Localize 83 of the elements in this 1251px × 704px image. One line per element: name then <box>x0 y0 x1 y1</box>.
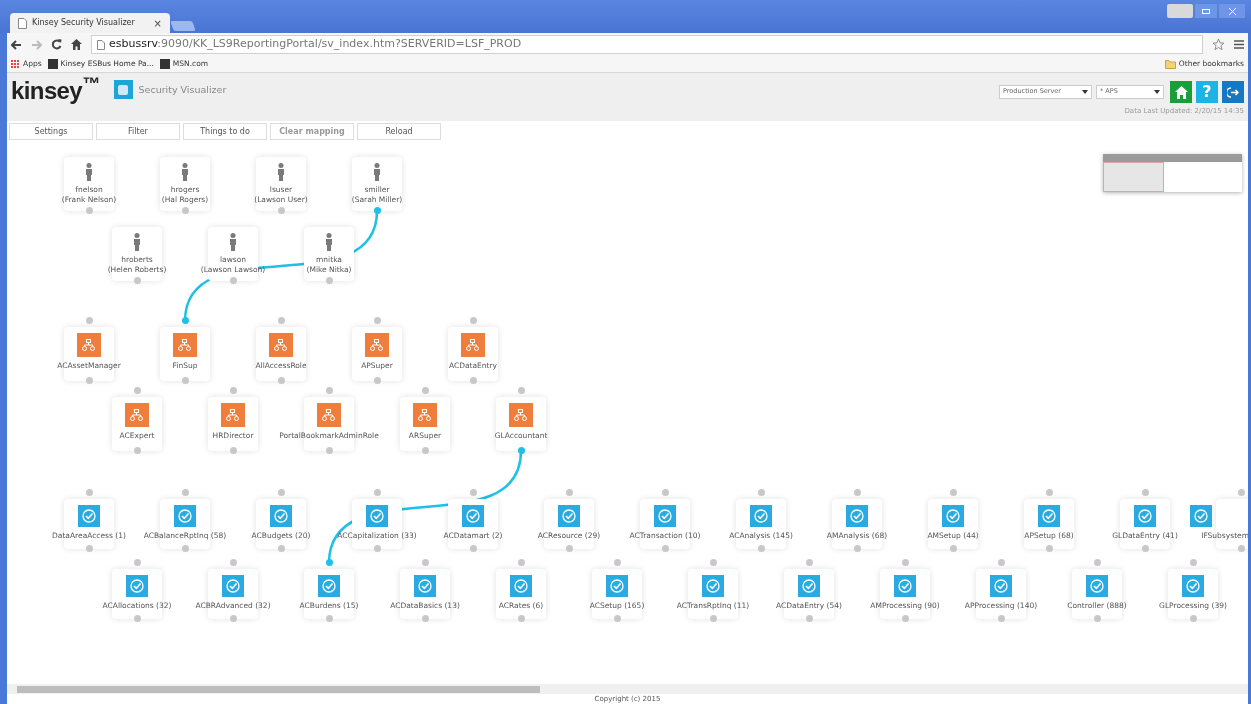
folder-icon <box>1164 59 1176 69</box>
house-icon <box>1174 85 1188 99</box>
person-icon <box>85 163 93 181</box>
role-icon <box>365 333 389 357</box>
forward-icon[interactable] <box>31 39 42 50</box>
checkmark-icon <box>366 505 388 527</box>
checkmark-icon <box>1086 575 1108 597</box>
checkmark-icon <box>222 575 244 597</box>
app-title: Security Visualizer <box>138 83 227 97</box>
node-card[interactable] <box>64 157 114 211</box>
back-icon[interactable] <box>11 39 22 50</box>
star-icon[interactable] <box>1212 38 1225 51</box>
home-icon[interactable] <box>71 39 82 50</box>
role-icon <box>221 403 245 427</box>
logout-icon <box>1227 86 1239 98</box>
bookmark-favicon <box>159 59 170 69</box>
toolbar-button[interactable]: Settings <box>9 123 93 140</box>
person-icon <box>373 163 381 181</box>
node-card[interactable] <box>160 157 210 211</box>
checkmark-icon <box>606 575 628 597</box>
new-tab-button[interactable] <box>170 21 196 31</box>
role-icon <box>77 333 101 357</box>
kinsey-logo: kinsey$^{™}$ <box>11 77 100 105</box>
node-card[interactable] <box>256 157 306 211</box>
caret-icon <box>1154 90 1160 94</box>
role-icon <box>461 333 485 357</box>
toolbar-button[interactable]: Reload <box>357 123 441 140</box>
person-icon <box>277 163 285 181</box>
checkmark-icon <box>78 505 100 527</box>
tab-title: Kinsey Security Visualizer <box>32 17 136 29</box>
tab-close-button[interactable]: × <box>153 15 162 31</box>
apps-grid-icon <box>11 59 20 69</box>
checkmark-icon <box>942 505 964 527</box>
role-icon <box>173 333 197 357</box>
minimap[interactable] <box>1103 154 1242 192</box>
menu-icon[interactable] <box>1234 40 1244 49</box>
checkmark-icon <box>798 575 820 597</box>
checkmark-icon <box>750 505 772 527</box>
checkmark-icon <box>702 575 724 597</box>
toolbar-button[interactable]: Things to do <box>183 123 267 140</box>
role-icon <box>413 403 437 427</box>
checkmark-icon <box>1190 505 1212 527</box>
checkmark-icon <box>174 505 196 527</box>
role-icon <box>317 403 341 427</box>
home-button[interactable] <box>1170 81 1192 103</box>
checkmark-icon <box>558 505 580 527</box>
person-icon <box>181 163 189 181</box>
checkmark-icon <box>1134 505 1156 527</box>
bookmark-favicon <box>47 59 58 69</box>
checkmark-icon <box>1038 505 1060 527</box>
node-card[interactable] <box>352 157 402 211</box>
role-icon <box>125 403 149 427</box>
checkmark-icon <box>894 575 916 597</box>
checkmark-icon <box>270 505 292 527</box>
checkmark-icon <box>414 575 436 597</box>
role-icon <box>509 403 533 427</box>
checkmark-icon <box>126 575 148 597</box>
person-icon <box>133 233 141 251</box>
toolbar-button[interactable]: Filter <box>96 123 180 140</box>
reload-icon[interactable] <box>51 39 62 50</box>
node-card[interactable] <box>304 227 354 281</box>
close-button[interactable] <box>1219 4 1245 18</box>
minimize-button[interactable] <box>1195 4 1217 18</box>
person-icon <box>229 233 237 251</box>
checkmark-icon <box>318 575 340 597</box>
minimap-viewport[interactable] <box>1103 162 1164 192</box>
checkmark-icon <box>846 505 868 527</box>
page-icon <box>18 17 27 29</box>
checkmark-icon <box>1182 575 1204 597</box>
caret-icon <box>1082 90 1088 94</box>
browser-tab[interactable]: Kinsey Security Visualizer × <box>10 13 170 33</box>
checkmark-icon <box>510 575 532 597</box>
close-icon <box>1228 7 1236 15</box>
logout-button[interactable] <box>1222 81 1244 103</box>
checkmark-icon <box>654 505 676 527</box>
page-icon <box>97 39 105 50</box>
app-icon <box>113 80 133 99</box>
horizontal-scrollbar[interactable] <box>7 684 1248 694</box>
person-icon <box>325 233 333 251</box>
address-field[interactable]: esbussrv:9090/KK_LS9ReportingPortal/sv_index.htm?SERVERID=LSF_PROD <box>91 35 1203 54</box>
role-icon <box>269 333 293 357</box>
checkmark-icon <box>462 505 484 527</box>
checkmark-icon <box>990 575 1012 597</box>
